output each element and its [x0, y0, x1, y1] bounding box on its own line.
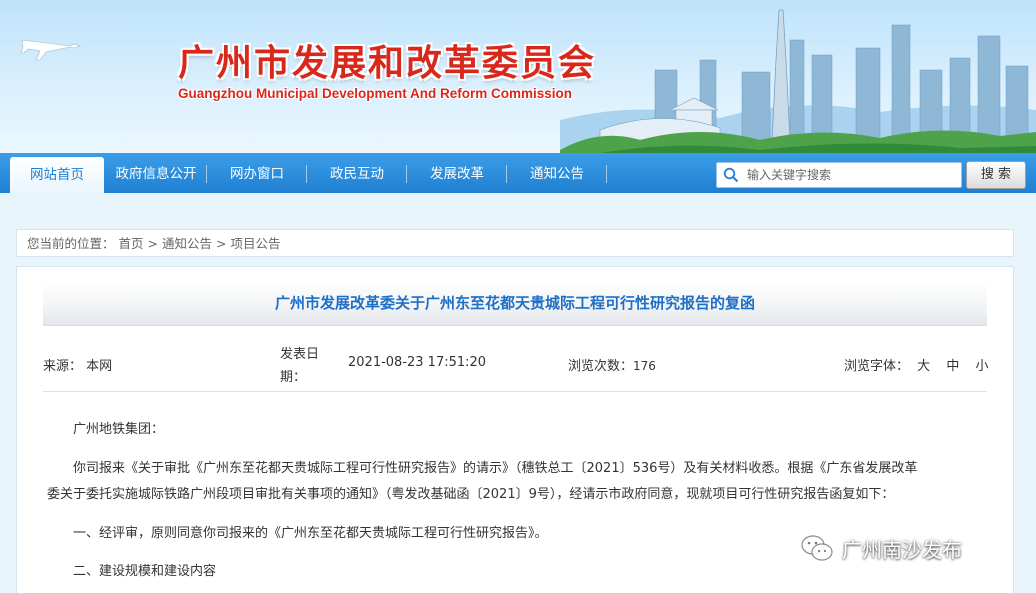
article-paragraph: 你司报来《关于审批《广州东至花都天贵城际工程可行性研究报告》的请示》（穗铁总工〔… — [47, 456, 987, 508]
article-source: 来源： 本网 — [43, 355, 112, 374]
airplane-icon — [20, 39, 81, 61]
date-label-line2: 期： — [280, 370, 307, 385]
article-salutation: 广州地铁集团： — [73, 422, 165, 437]
site-title: 广州市发展和改革委员会 — [178, 43, 597, 84]
meta-divider — [43, 391, 987, 392]
view-count: 浏览次数：176 — [568, 355, 656, 374]
source-value: 本网 — [86, 359, 113, 374]
views-label: 浏览次数： — [568, 359, 634, 374]
nav-item-gov-info[interactable]: 政府信息公开 — [106, 153, 206, 193]
nav-item-notices[interactable]: 通知公告 — [507, 153, 607, 193]
nav-divider — [606, 165, 607, 183]
font-size-switcher: 浏览字体： 大 中 小 — [844, 355, 988, 374]
search-input[interactable] — [745, 165, 957, 185]
breadcrumb-item-home[interactable]: 首页 — [119, 236, 144, 251]
font-medium-button[interactable]: 中 — [946, 359, 959, 374]
article-body-line: 你司报来《关于审批《广州东至花都天贵城际工程可行性研究报告》的请示》（穗铁总工〔… — [73, 461, 918, 476]
breadcrumb: 您当前的位置： 首页 > 通知公告 > 项目公告 — [16, 229, 1014, 257]
font-large-button[interactable]: 大 — [917, 359, 930, 374]
font-size-label: 浏览字体： — [844, 359, 910, 374]
article-title-bar: 广州市发展改革委关于广州东至花都天贵城际工程可行性研究报告的复函 — [43, 281, 987, 326]
date-value: 2021-08-23 17:51:20 — [348, 355, 487, 370]
breadcrumb-item-project[interactable]: 项目公告 — [231, 236, 281, 251]
nav-item-online-service[interactable]: 网办窗口 — [207, 153, 307, 193]
nav-item-interaction[interactable]: 政民互动 — [307, 153, 407, 193]
breadcrumb-prefix: 您当前的位置： — [27, 236, 115, 251]
article-body-line: 委关于委托实施城际铁路广州段项目审批有关事项的通知》（粤发改基础函〔2021〕9… — [47, 487, 895, 502]
article-paragraph: 广州地铁集团： — [47, 417, 987, 443]
breadcrumb-item-notices[interactable]: 通知公告 — [162, 236, 212, 251]
article-title: 广州市发展改革委关于广州东至花都天贵城际工程可行性研究报告的复函 — [274, 294, 755, 312]
breadcrumb-separator: > — [147, 236, 159, 251]
date-label-line1: 发表日 — [280, 347, 320, 362]
wechat-icon — [801, 535, 833, 561]
search-button[interactable]: 搜 索 — [966, 161, 1026, 189]
site-banner: 广州市发展和改革委员会 Guangzhou Municipal Developm… — [0, 0, 1036, 153]
date-label: 发表日 期： — [280, 343, 319, 389]
breadcrumb-separator: > — [216, 236, 227, 251]
search-field[interactable] — [716, 162, 962, 188]
nav-item-home[interactable]: 网站首页 — [10, 157, 104, 193]
site-subtitle: Guangzhou Municipal Development And Refo… — [178, 86, 573, 101]
source-label: 来源： — [43, 359, 83, 374]
views-value: 176 — [633, 359, 656, 373]
watermark-text: 广州南沙发布 — [842, 537, 962, 562]
nav-item-development[interactable]: 发展改革 — [407, 153, 507, 193]
search-icon[interactable] — [723, 167, 739, 183]
font-small-button[interactable]: 小 — [975, 359, 988, 374]
watermark: 广州南沙发布 — [800, 530, 962, 566]
